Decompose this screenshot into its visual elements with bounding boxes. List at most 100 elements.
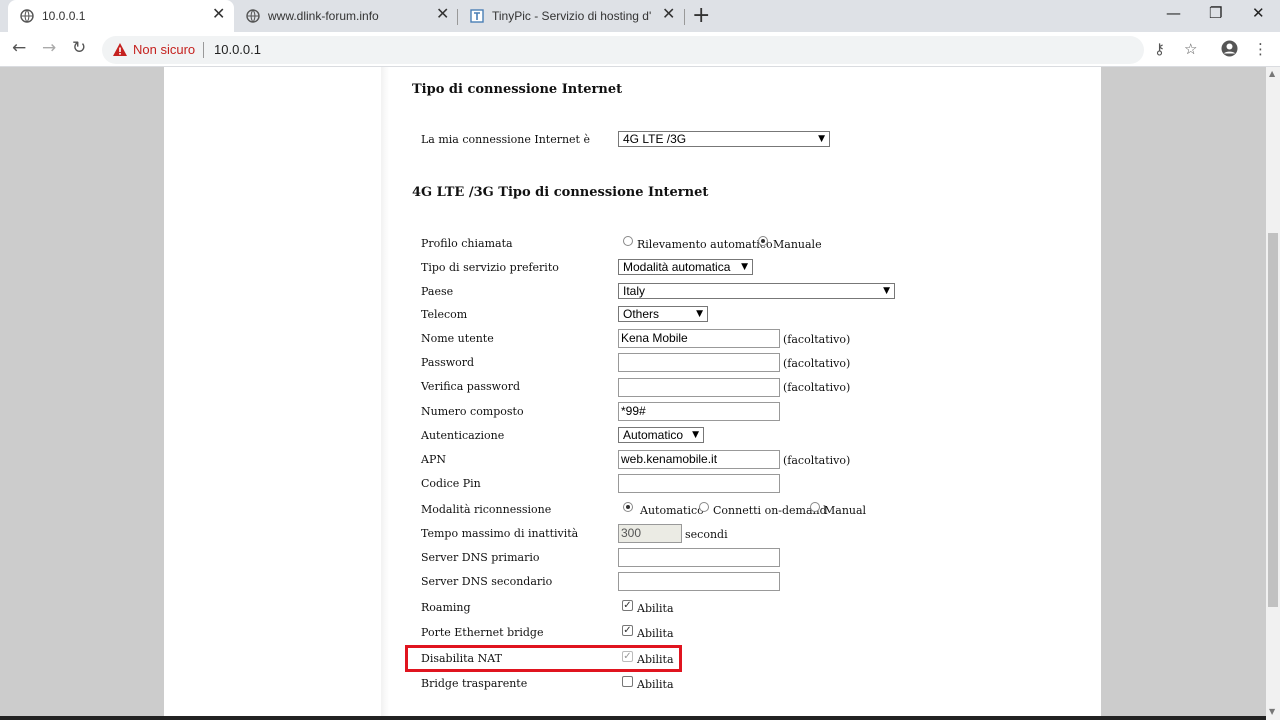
select-value: 4G LTE /3G <box>623 132 687 146</box>
security-status[interactable]: Non sicuro <box>133 42 195 57</box>
restore-button[interactable]: ❐ <box>1209 4 1222 22</box>
label-servizio: Tipo di servizio preferito <box>421 261 559 274</box>
close-tab-icon[interactable]: ✕ <box>212 7 225 23</box>
heading-lte: 4G LTE /3G Tipo di connessione Internet <box>412 185 709 200</box>
page-shade <box>381 67 389 720</box>
label-my-connection: La mia connessione Internet è <box>421 133 590 146</box>
bottom-edge <box>0 716 1266 720</box>
forward-button[interactable]: → <box>42 38 56 58</box>
radio-rilevamento[interactable] <box>623 236 633 246</box>
inattivita-input[interactable]: 300 <box>618 524 682 543</box>
dropdown-arrow-icon: ▼ <box>696 309 703 319</box>
dropdown-arrow-icon: ▼ <box>883 286 890 296</box>
tab-tinypic[interactable]: TinyPic - Servizio di hosting d'im ✕ <box>458 0 684 32</box>
label-dns-primario: Server DNS primario <box>421 551 540 564</box>
checkbox-label: Abilita <box>637 627 674 640</box>
label-bridge-trasparente: Bridge trasparente <box>421 677 528 690</box>
address-divider <box>203 42 204 58</box>
tab-router[interactable]: 10.0.0.1 ✕ <box>8 0 234 32</box>
dns-secondario-input[interactable] <box>618 572 780 591</box>
paese-select[interactable]: Italy ▼ <box>618 283 895 299</box>
radio-label: Manuale <box>773 238 822 251</box>
dropdown-arrow-icon: ▼ <box>818 134 825 144</box>
connection-type-select[interactable]: 4G LTE /3G ▼ <box>618 131 830 147</box>
tab-title: www.dlink-forum.info <box>268 9 379 23</box>
account-icon[interactable] <box>1221 40 1238 57</box>
dropdown-arrow-icon: ▼ <box>692 430 699 440</box>
tab-title: TinyPic - Servizio di hosting d'im <box>492 9 652 23</box>
label-apn: APN <box>421 453 446 466</box>
radio-automatico[interactable] <box>623 502 633 512</box>
select-value: Others <box>623 307 660 321</box>
bridge-trasparente-checkbox[interactable] <box>622 676 633 687</box>
verifica-password-input[interactable] <box>618 378 780 397</box>
scroll-up-icon[interactable]: ▲ <box>1269 69 1275 78</box>
star-icon[interactable]: ☆ <box>1184 40 1197 58</box>
tab-title: 10.0.0.1 <box>42 9 86 23</box>
key-icon[interactable]: ⚷ <box>1154 40 1165 58</box>
password-input[interactable] <box>618 353 780 372</box>
warning-icon <box>113 43 127 56</box>
label-autenticazione: Autenticazione <box>421 429 505 442</box>
numero-composto-input[interactable]: *99# <box>618 402 780 421</box>
optional-note: (facoltativo) <box>783 454 851 467</box>
telecom-select[interactable]: Others ▼ <box>618 306 708 322</box>
new-tab-button[interactable]: + <box>692 5 710 27</box>
globe-icon <box>246 9 260 23</box>
select-value: Modalità automatica <box>623 260 731 274</box>
close-tab-icon[interactable]: ✕ <box>662 7 675 23</box>
close-window-button[interactable]: ✕ <box>1252 4 1265 22</box>
radio-manual[interactable] <box>810 502 820 512</box>
highlight-box <box>405 645 682 672</box>
label-numero-composto: Numero composto <box>421 405 524 418</box>
label-inattivita: Tempo massimo di inattività <box>421 527 579 540</box>
checkbox-label: Abilita <box>637 602 674 615</box>
globe-icon <box>20 9 34 23</box>
dropdown-arrow-icon: ▼ <box>741 262 748 272</box>
scrollbar-thumb[interactable] <box>1268 233 1278 607</box>
optional-note: (facoltativo) <box>783 357 851 370</box>
nome-utente-input[interactable]: Kena Mobile <box>618 329 780 348</box>
ethernet-bridge-checkbox[interactable]: ✓ <box>622 625 633 636</box>
scrollbar[interactable]: ▲ ▼ <box>1266 67 1280 720</box>
select-value: Italy <box>623 284 646 298</box>
optional-note: (facoltativo) <box>783 381 851 394</box>
dns-primario-input[interactable] <box>618 548 780 567</box>
autenticazione-select[interactable]: Automatico ▼ <box>618 427 704 443</box>
codice-pin-input[interactable] <box>618 474 780 493</box>
label-verifica-password: Verifica password <box>421 380 520 393</box>
label-codice-pin: Codice Pin <box>421 477 481 490</box>
minimize-button[interactable]: — <box>1166 4 1181 22</box>
unit-label: secondi <box>685 528 728 541</box>
menu-icon[interactable]: ⋮ <box>1253 40 1268 58</box>
browser-toolbar: ← → ↻ Non sicuro 10.0.0.1 ⚷ ☆ ⋮ <box>0 32 1280 67</box>
select-value: Automatico <box>623 428 684 442</box>
label-paese: Paese <box>421 285 454 298</box>
roaming-checkbox[interactable]: ✓ <box>622 600 633 611</box>
label-profilo: Profilo chiamata <box>421 237 513 250</box>
label-riconnessione: Modalità riconnessione <box>421 503 552 516</box>
close-tab-icon[interactable]: ✕ <box>436 7 449 23</box>
label-telecom: Telecom <box>421 308 468 321</box>
label-dns-secondario: Server DNS secondario <box>421 575 553 588</box>
radio-label: Automatico <box>640 504 704 517</box>
heading-connection: Tipo di connessione Internet <box>412 82 623 97</box>
scroll-down-icon[interactable]: ▼ <box>1269 707 1275 716</box>
radio-manuale[interactable] <box>758 236 768 246</box>
label-porte-ethernet-bridge: Porte Ethernet bridge <box>421 626 544 639</box>
back-button[interactable]: ← <box>12 38 26 58</box>
tab-strip: 10.0.0.1 ✕ www.dlink-forum.info ✕ TinyPi… <box>0 0 1280 32</box>
tab-dlink-forum[interactable]: www.dlink-forum.info ✕ <box>234 0 458 32</box>
servizio-select[interactable]: Modalità automatica ▼ <box>618 259 753 275</box>
radio-label: Manual <box>824 504 867 517</box>
apn-input[interactable]: web.kenamobile.it <box>618 450 780 469</box>
label-nome-utente: Nome utente <box>421 332 494 345</box>
reload-button[interactable]: ↻ <box>72 38 86 58</box>
url-text[interactable]: 10.0.0.1 <box>214 42 261 57</box>
label-roaming: Roaming <box>421 601 471 614</box>
label-password: Password <box>421 356 475 369</box>
address-bar[interactable]: Non sicuro 10.0.0.1 <box>102 36 1144 64</box>
radio-on-demand[interactable] <box>699 502 709 512</box>
radio-label: Rilevamento automatico <box>637 238 773 251</box>
tab-divider <box>684 9 685 25</box>
